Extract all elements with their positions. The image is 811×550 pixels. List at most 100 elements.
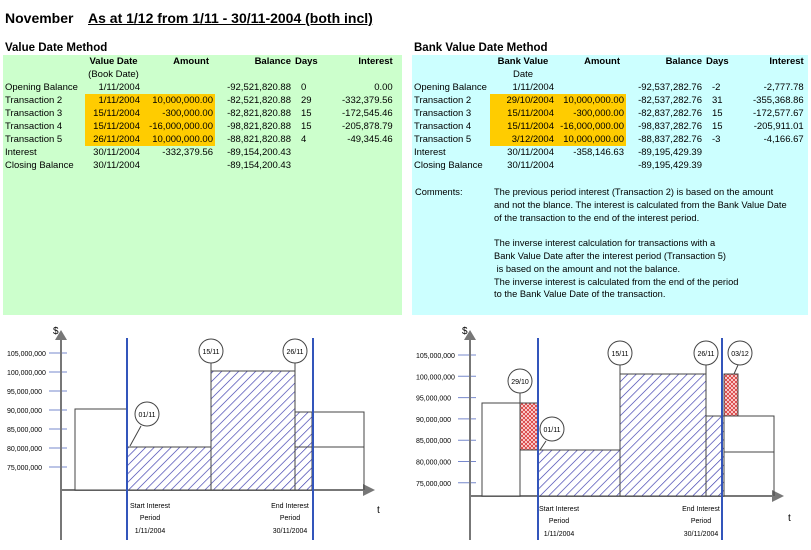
row-days: 29 — [301, 95, 312, 106]
comment-line: of the transaction to the end of the int… — [494, 212, 700, 223]
row-days: 15 — [712, 121, 723, 132]
row-date: 30/11/2004 — [93, 147, 140, 158]
row-days — [704, 146, 731, 159]
left-section-title: Value Date Method — [5, 42, 108, 54]
table-row: Transaction 5 26/11/2004 10,000,000.00 -88,… — [3, 133, 395, 146]
callout-03-12: 03/12 — [727, 340, 753, 375]
row-balance: -82,537,282.76 — [638, 95, 702, 106]
col-label — [412, 55, 490, 68]
y-tick-label: 105,000,000 — [7, 351, 46, 358]
row-interest: -355,368.86 — [753, 95, 804, 106]
table-row: Opening Balance 1/11/2004 -92,537,282.76 -2… — [412, 81, 806, 94]
row-balance: -92,521,820.88 — [227, 82, 291, 93]
row-amount: -300,000.00 — [556, 107, 626, 120]
end-period-label: End Interest Period 30/11/2004 — [271, 503, 309, 535]
row-interest: -205,878.79 — [342, 121, 393, 132]
row-days — [293, 146, 320, 159]
row-date: 15/11/2004 — [490, 107, 556, 120]
row-interest: -205,911.01 — [753, 121, 804, 132]
y-axis-symbol: $ — [53, 326, 59, 337]
callout-29-10: 29/10 — [507, 368, 533, 403]
row-days — [293, 159, 320, 172]
table-row: Transaction 2 1/11/2004 10,000,000.00 -82,5… — [3, 94, 395, 107]
row-balance: -88,837,282.76 — [638, 134, 702, 145]
callout-01-11: 01/11 — [129, 401, 160, 447]
svg-text:Start Interest: Start Interest — [130, 503, 170, 510]
table-row: Interest 30/11/2004 -332,379.56 -89,154,200… — [3, 146, 395, 159]
row-interest: -4,166.67 — [763, 134, 804, 145]
y-tick-label: 90,000,000 — [7, 408, 42, 415]
row-balance: -88,821,820.88 — [227, 134, 291, 145]
svg-text:01/11: 01/11 — [544, 427, 561, 434]
row-label: Interest — [5, 147, 37, 158]
transaction-2-hatched-bar — [126, 446, 212, 491]
row-amount — [556, 159, 626, 172]
bank-value-date-panel: Bank Value Amount Balance Days Interest … — [412, 55, 808, 315]
y-tick-label: 85,000,000 — [416, 438, 451, 445]
row-amount: 10,000,000.00 — [556, 94, 626, 107]
comment-line: The inverse interest calculation for tra… — [494, 238, 716, 249]
col-date: Value Date — [89, 56, 138, 67]
table-subheader-row: Date — [412, 68, 806, 81]
table-header-row: Bank Value Amount Balance Days Interest — [412, 55, 806, 68]
row-amount: -332,379.56 — [162, 147, 213, 158]
row-date: 1/11/2004 — [85, 94, 142, 107]
svg-text:03/12: 03/12 — [731, 351, 749, 358]
value-date-table: Value Date Amount Balance Days Interest … — [3, 55, 395, 172]
row-date: 30/11/2004 — [507, 147, 554, 158]
col-balance: Balance — [254, 56, 291, 67]
row-days: 4 — [301, 134, 307, 145]
transactions-3-4-hatched-bar — [619, 373, 707, 497]
start-period-label: Start Interest Period 1/11/2004 — [130, 503, 170, 535]
y-tick-label: 85,000,000 — [7, 427, 42, 434]
row-date: 1/11/2004 — [98, 82, 140, 93]
row-label: Opening Balance — [5, 82, 78, 93]
row-date: 15/11/2004 — [85, 107, 142, 120]
opening-balance-bar — [74, 408, 128, 491]
y-tick-label: 75,000,000 — [7, 465, 42, 472]
svg-text:30/11/2004: 30/11/2004 — [273, 528, 308, 535]
svg-text:End Interest: End Interest — [271, 503, 309, 510]
row-interest: -49,345.46 — [347, 134, 393, 145]
row-days — [704, 159, 731, 172]
table-row: Closing Balance 30/11/2004 -89,195,429.39 — [412, 159, 806, 172]
svg-text:1/11/2004: 1/11/2004 — [135, 528, 166, 535]
row-label: Closing Balance — [414, 160, 483, 171]
col-amount: Amount — [584, 56, 620, 67]
table-header-row: Value Date Amount Balance Days Interest — [3, 55, 395, 68]
row-days: -2 — [712, 82, 721, 93]
table-row: Interest 30/11/2004 -358,146.63 -89,195,429… — [412, 146, 806, 159]
col-date-sub: Date — [512, 69, 534, 80]
table-row: Transaction 4 15/11/2004 -16,000,000.00 -98… — [3, 120, 395, 133]
row-balance: -89,195,429.39 — [638, 147, 702, 158]
row-label: Transaction 4 — [414, 121, 472, 132]
col-balance: Balance — [665, 56, 702, 67]
table-row: Opening Balance 1/11/2004 -92,521,820.88 0 0… — [3, 81, 395, 94]
row-balance: -92,537,282.76 — [638, 82, 702, 93]
comment-line: The previous period interest (Transactio… — [494, 187, 774, 197]
row-label: Closing Balance — [5, 160, 74, 171]
row-interest — [731, 159, 806, 172]
y-tick-label: 95,000,000 — [416, 396, 451, 403]
svg-text:01/11: 01/11 — [139, 412, 156, 419]
svg-text:Period: Period — [140, 515, 160, 522]
previous-period-interest-block — [519, 402, 539, 451]
transaction-2-hatched-bar — [537, 449, 621, 497]
x-axis-symbol: t — [377, 505, 380, 516]
row-interest — [320, 159, 395, 172]
row-date: 1/11/2004 — [512, 82, 554, 93]
row-date: 15/11/2004 — [85, 120, 142, 133]
col-amount: Amount — [173, 56, 209, 67]
callout-15-11: 15/11 — [607, 340, 633, 374]
y-axis-symbol: $ — [462, 326, 468, 337]
y-tick-label: 90,000,000 — [416, 417, 451, 424]
row-label: Interest — [414, 147, 446, 158]
row-days: 15 — [301, 108, 312, 119]
col-date-sub: (Book Date) — [88, 69, 139, 80]
row-label: Transaction 4 — [5, 121, 63, 132]
col-days: Days — [295, 56, 318, 67]
header-range: As at 1/12 from 1/11 - 30/11-2004 (both … — [88, 10, 373, 26]
y-tick-label: 75,000,000 — [416, 481, 451, 488]
row-date: 30/11/2004 — [507, 160, 554, 171]
svg-text:Period: Period — [280, 515, 300, 522]
